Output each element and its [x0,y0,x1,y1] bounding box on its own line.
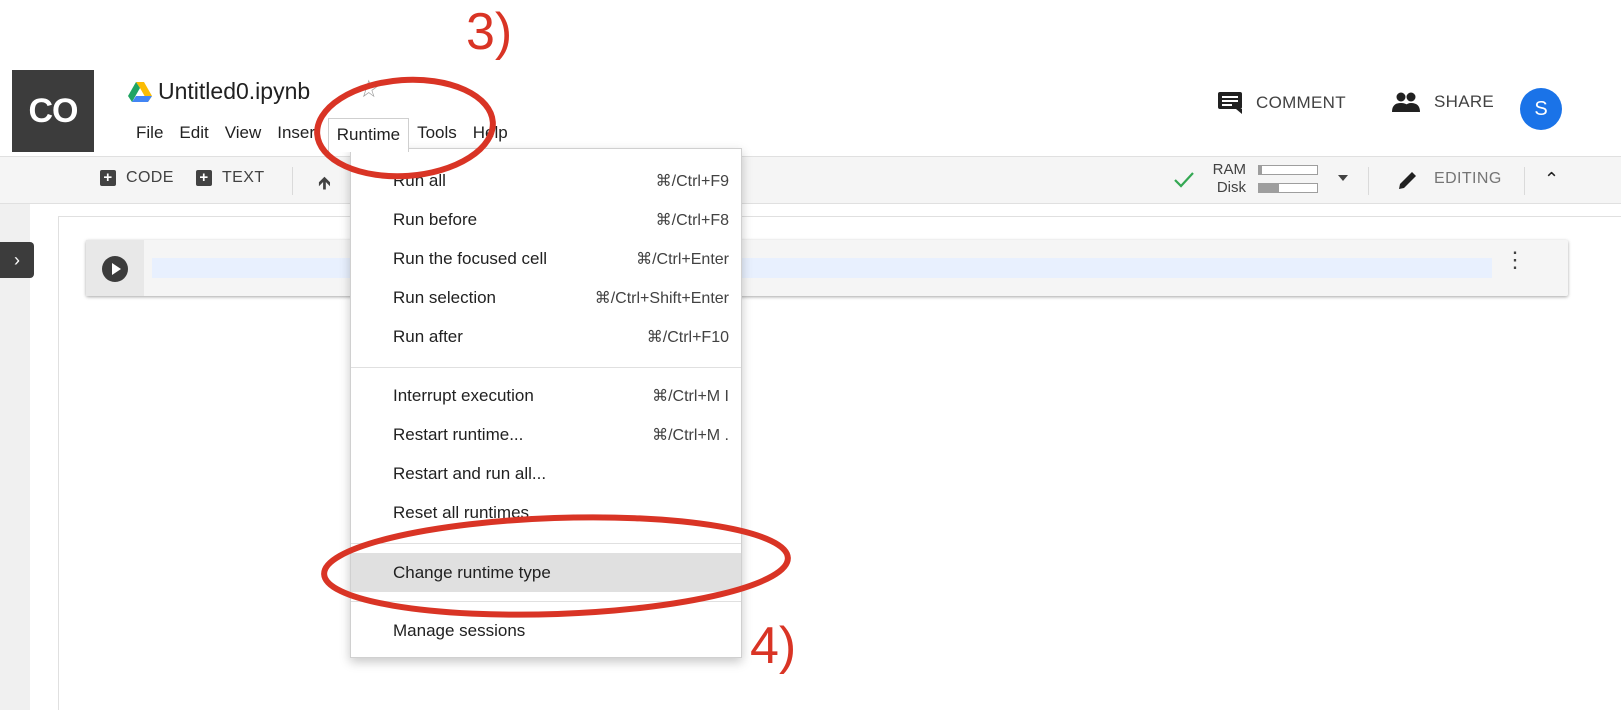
menu-help[interactable]: Help [465,118,516,148]
menu-item-label: Run the focused cell [393,248,548,268]
menu-item-run-all[interactable]: Run all ⌘/Ctrl+F9 [351,161,741,200]
shortcut-label: ⌘/Ctrl+Enter [636,250,729,268]
pencil-icon [1399,172,1416,189]
play-icon[interactable] [102,256,128,282]
toolbar-divider [292,167,293,195]
disk-usage-bar [1258,183,1318,193]
star-outline-icon[interactable]: ☆ [358,78,380,102]
people-icon [1392,92,1420,112]
code-cell[interactable]: ⋮ [86,240,1568,296]
menu-item-run-focused-cell[interactable]: Run the focused cell ⌘/Ctrl+Enter [351,239,741,278]
arrow-up-icon[interactable]: 🡹 [318,171,331,201]
menu-bar: File Edit View Insert Runtime Tools Help [128,118,516,152]
menu-item-label: Run selection [393,287,497,307]
comment-button[interactable]: COMMENT [1218,92,1346,114]
colab-logo[interactable]: CO [12,70,94,152]
menu-divider [351,601,741,602]
menu-item-reset-all-runtimes[interactable]: Reset all runtimes... [351,493,741,532]
runtime-menu: Run all ⌘/Ctrl+F9 Run before ⌘/Ctrl+F8 R… [350,148,742,658]
menu-item-label: Interrupt execution [393,385,534,405]
share-button[interactable]: SHARE [1392,92,1494,112]
annotation-step-3: 3) [466,3,513,61]
disk-label: Disk [1216,179,1246,196]
menu-edit[interactable]: Edit [171,118,216,148]
shortcut-label: ⌘/Ctrl+M . [652,426,729,444]
chevron-up-icon[interactable]: ⌃ [1544,169,1559,190]
menu-item-label: Run after [393,326,463,346]
editing-mode-label[interactable]: EDITING [1434,170,1502,188]
menu-item-label: Run before [393,209,478,229]
shortcut-label: ⌘/Ctrl+F10 [646,328,729,346]
annotation-step-4: 4) [750,617,797,675]
shortcut-label: ⌘/Ctrl+Shift+Enter [594,289,729,307]
comment-icon [1218,92,1242,114]
google-drive-icon [128,82,152,102]
add-code-button[interactable]: + CODE [100,169,174,187]
shortcut-label: ⌘/Ctrl+F9 [655,172,729,190]
notebook-title[interactable]: Untitled0.ipynb [158,78,344,105]
more-vert-icon[interactable]: ⋮ [1504,249,1526,271]
menu-item-label: Restart runtime... [393,424,524,444]
shortcut-label: ⌘/Ctrl+F8 [655,211,729,229]
add-code-label: CODE [126,169,174,186]
check-icon [1174,172,1194,188]
run-column [86,240,144,296]
shortcut-label: ⌘/Ctrl+M I [652,387,729,405]
menu-item-interrupt-execution[interactable]: Interrupt execution ⌘/Ctrl+M I [351,376,741,415]
menu-item-run-selection[interactable]: Run selection ⌘/Ctrl+Shift+Enter [351,278,741,317]
toolbar: + CODE + TEXT 🡹 RAM Disk EDITING ⌃ [0,156,1621,204]
menu-item-run-after[interactable]: Run after ⌘/Ctrl+F10 [351,317,741,356]
menu-item-label: Manage sessions [393,620,526,640]
menu-tools[interactable]: Tools [409,118,465,148]
ram-label: RAM [1212,161,1246,178]
plus-icon: + [100,170,116,186]
ram-usage-fill [1259,166,1262,174]
menu-item-restart-runtime[interactable]: Restart runtime... ⌘/Ctrl+M . [351,415,741,454]
menu-item-manage-sessions[interactable]: Manage sessions [351,611,741,650]
add-text-button[interactable]: + TEXT [196,169,265,187]
menu-item-label: Run all [393,170,446,190]
menu-file[interactable]: File [128,118,171,148]
menu-runtime[interactable]: Runtime [327,118,410,152]
menu-item-label: Restart and run all... [393,463,547,483]
comment-label: COMMENT [1256,93,1346,112]
add-text-label: TEXT [222,169,265,186]
avatar[interactable]: S [1520,88,1562,130]
menu-insert[interactable]: Insert [269,118,328,148]
menu-item-run-before[interactable]: Run before ⌘/Ctrl+F8 [351,200,741,239]
menu-view[interactable]: View [217,118,270,148]
menu-item-label: Reset all runtimes... [393,502,544,522]
toolbar-divider [1368,167,1369,195]
disk-usage-fill [1259,184,1280,192]
caret-down-icon[interactable] [1338,175,1348,181]
side-panel-strip [0,204,30,710]
resource-labels[interactable]: RAM Disk [1208,161,1246,197]
menu-divider [351,367,741,368]
menu-item-restart-and-run-all[interactable]: Restart and run all... [351,454,741,493]
menu-item-change-runtime-type[interactable]: Change runtime type [351,553,741,592]
menu-divider [351,543,741,544]
ram-usage-bar [1258,165,1318,175]
share-label: SHARE [1434,92,1495,111]
menu-item-label: Change runtime type [393,562,551,582]
chevron-right-icon[interactable]: › [0,242,34,278]
plus-icon: + [196,170,212,186]
toolbar-divider [1524,167,1525,195]
